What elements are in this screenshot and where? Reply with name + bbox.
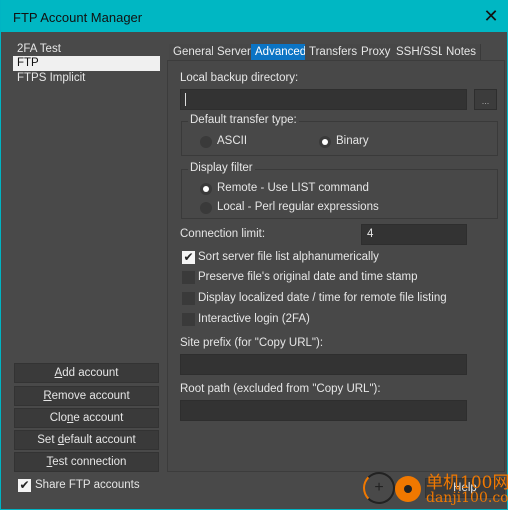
option-label: Preserve file's original date and time s… bbox=[198, 271, 418, 283]
share-ftp-accounts-checkbox[interactable]: ✔ bbox=[18, 479, 31, 492]
root-path-label: Root path (excluded from "Copy URL"): bbox=[180, 383, 381, 395]
connection-limit-label: Connection limit: bbox=[180, 228, 266, 240]
add-account-button[interactable]: Add account bbox=[14, 363, 159, 383]
account-list-item[interactable]: FTPS Implicit bbox=[13, 71, 160, 86]
site-prefix-input[interactable] bbox=[180, 354, 467, 375]
preserve-timestamp-checkbox[interactable] bbox=[182, 271, 195, 284]
ascii-radio[interactable] bbox=[200, 136, 212, 148]
browse-button[interactable]: ... bbox=[474, 89, 497, 110]
share-ftp-accounts-label: Share FTP accounts bbox=[35, 479, 140, 491]
account-list-item[interactable]: FTP bbox=[13, 56, 160, 71]
account-list-item[interactable]: 2FA Test bbox=[13, 42, 160, 57]
display-filter-group: Display filter Remote - Use LIST command… bbox=[181, 162, 498, 219]
window-title: FTP Account Manager bbox=[13, 10, 143, 25]
binary-radio[interactable] bbox=[319, 136, 331, 148]
ftp-account-manager-window: FTP Account Manager ✕ 2FA Test FTP FTPS … bbox=[0, 0, 508, 510]
remote-list-label: Remote - Use LIST command bbox=[217, 182, 369, 194]
local-perl-radio[interactable] bbox=[200, 202, 212, 214]
transfer-type-legend: Default transfer type: bbox=[188, 114, 299, 126]
local-backup-label: Local backup directory: bbox=[180, 72, 299, 84]
site-prefix-label: Site prefix (for "Copy URL"): bbox=[180, 337, 324, 349]
set-default-account-button[interactable]: Set default account bbox=[14, 430, 159, 450]
close-icon[interactable]: ✕ bbox=[481, 6, 501, 27]
transfer-type-group: Default transfer type: ASCII Binary bbox=[181, 114, 498, 156]
option-label: Display localized date / time for remote… bbox=[198, 292, 447, 304]
tab-advanced[interactable]: Advanced bbox=[251, 44, 312, 61]
title-bar: FTP Account Manager ✕ bbox=[1, 0, 508, 32]
sort-alphanumeric-checkbox[interactable]: ✔ bbox=[182, 251, 195, 264]
tab-proxy[interactable]: Proxy bbox=[357, 44, 396, 61]
tab-transfers[interactable]: Transfers bbox=[305, 44, 363, 61]
binary-label: Binary bbox=[336, 135, 369, 147]
watermark-logo: + 单机100网 danji100.com bbox=[361, 468, 508, 510]
tab-ssh-ssl[interactable]: SSH/SSL bbox=[392, 44, 450, 61]
display-filter-legend: Display filter bbox=[188, 162, 255, 174]
root-path-input[interactable] bbox=[180, 400, 467, 421]
remove-account-button[interactable]: Remove account bbox=[14, 386, 159, 406]
tab-server[interactable]: Server bbox=[213, 44, 256, 61]
local-perl-label: Local - Perl regular expressions bbox=[217, 201, 379, 213]
remote-list-radio[interactable] bbox=[200, 183, 212, 195]
tab-general[interactable]: General bbox=[169, 44, 219, 61]
clone-account-button[interactable]: Clone account bbox=[14, 408, 159, 428]
ascii-label: ASCII bbox=[217, 135, 248, 147]
local-backup-input[interactable] bbox=[180, 89, 467, 110]
test-connection-button[interactable]: Test connection bbox=[14, 452, 159, 472]
tab-notes[interactable]: Notes bbox=[442, 44, 482, 61]
interactive-login-checkbox[interactable] bbox=[182, 313, 195, 326]
localized-date-checkbox[interactable] bbox=[182, 292, 195, 305]
connection-limit-input[interactable]: 4 bbox=[361, 224, 467, 245]
option-label: Interactive login (2FA) bbox=[198, 313, 310, 325]
option-label: Sort server file list alphanumerically bbox=[198, 251, 379, 263]
